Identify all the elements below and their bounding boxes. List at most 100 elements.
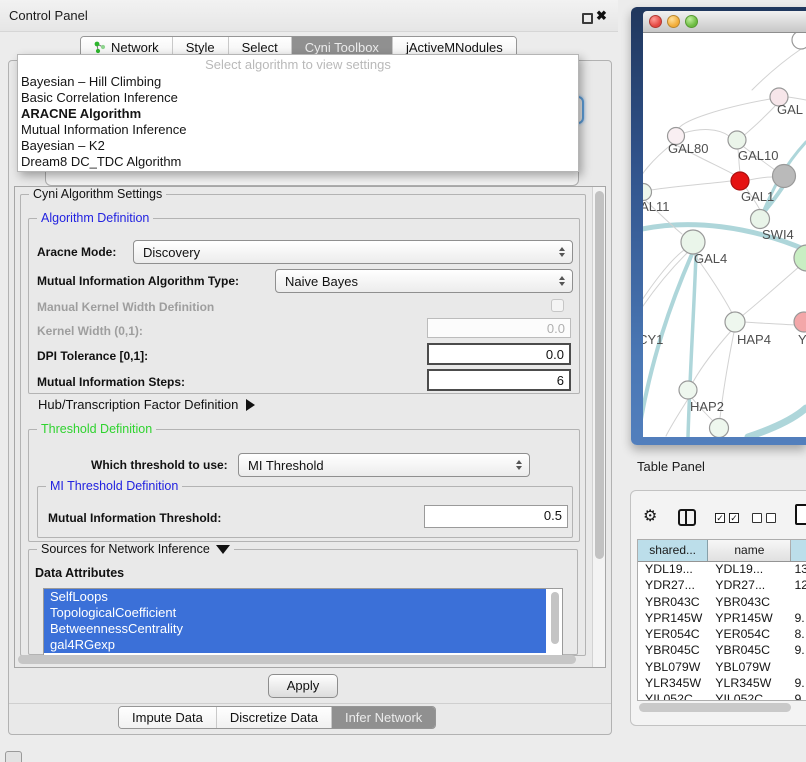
attribute-item-betweennesscentrality[interactable]: BetweennessCentrality (44, 621, 546, 637)
settings-horizontal-scrollbar[interactable] (18, 655, 576, 664)
node-label: GAL (777, 102, 803, 117)
tab-discretize-data[interactable]: Discretize Data (216, 707, 331, 728)
table-horizontal-scrollbar[interactable] (639, 703, 791, 712)
network-node-y[interactable] (794, 312, 806, 332)
list-scrollbar-thumb[interactable] (551, 592, 559, 644)
attribute-item-selfloops[interactable]: SelfLoops (44, 589, 546, 605)
aracne-mode-combobox[interactable]: Discovery (133, 240, 573, 264)
network-node-swi4[interactable] (751, 210, 770, 229)
columns-icon[interactable] (678, 509, 696, 526)
attribute-item-topologicalcoefficient[interactable]: TopologicalCoefficient (44, 605, 546, 621)
close-icon[interactable]: ✖ (596, 8, 607, 24)
network-node-hap4[interactable] (725, 312, 745, 332)
node-label: GCY1 (643, 332, 663, 347)
table-panel: ⚙ ✓ ✓ shared...name YDL19...YDL19...13YD… (630, 490, 806, 726)
mi-threshold-field[interactable]: 0.5 (424, 505, 568, 528)
network-node[interactable] (773, 165, 796, 188)
network-icon (94, 41, 106, 54)
kernel-width-field[interactable]: 0.0 (427, 318, 571, 338)
column-header-name[interactable]: name (708, 540, 791, 561)
unchecked-checkbox-icon[interactable] (752, 513, 762, 523)
manual-kernel-checkbox[interactable] (551, 299, 564, 312)
table-row[interactable]: YLR345WYLR345W9. (638, 676, 806, 692)
tab-label: Network (111, 40, 159, 55)
network-node-gal10[interactable] (728, 131, 746, 149)
float-window-icon[interactable] (582, 13, 593, 24)
table-row[interactable]: YIL052CYIL052C9 (638, 692, 806, 701)
table-cell: YPR145W (708, 611, 791, 627)
table-cell (791, 660, 806, 676)
close-window-button[interactable] (649, 15, 662, 28)
table-panel-title: Table Panel (637, 459, 705, 474)
table-row[interactable]: YER054CYER054C8. (638, 627, 806, 643)
network-node-gal11[interactable] (643, 184, 652, 201)
checked-checkbox-icon[interactable]: ✓ (715, 513, 725, 523)
document-icon[interactable] (795, 504, 806, 525)
hub-definition-toggle[interactable]: Hub/Transcription Factor Definition (38, 397, 255, 412)
kernel-width-label: Kernel Width (0,1): (37, 324, 143, 338)
unchecked-checkbox-icon[interactable] (766, 513, 776, 523)
table-row[interactable]: YBR045CYBR045C9. (638, 643, 806, 659)
algorithm-option-bayesian-k2[interactable]: Bayesian – K2 (18, 138, 578, 154)
attribute-item-gal4rgexp[interactable]: gal4RGexp (44, 637, 546, 653)
algorithm-option-bayesian-hill-climbing[interactable]: Bayesian – Hill Climbing (18, 74, 578, 90)
data-attributes-list[interactable]: SelfLoopsTopologicalCoefficientBetweenne… (43, 588, 563, 656)
settings-scrollpane: Cyni Algorithm Settings Algorithm Defini… (14, 186, 606, 668)
node-label: HAP4 (737, 332, 771, 347)
node-label: HAP2 (690, 399, 724, 414)
cyni-settings-group-title: Cyni Algorithm Settings (29, 187, 166, 201)
mi-steps-field[interactable]: 6 (427, 369, 571, 391)
tab-label: Infer Network (345, 710, 422, 725)
node-label: GAL4 (694, 251, 727, 266)
algorithm-dropdown-popup: Select algorithm to view settings Bayesi… (17, 54, 579, 172)
minimize-window-button[interactable] (667, 15, 680, 28)
node-table: shared...name YDL19...YDL19...13YDR27...… (637, 539, 806, 701)
collapse-arrow-icon (216, 545, 230, 554)
network-canvas[interactable]: GALGAL80GAL10GAL1GAL11SWI4GAL4GCY1HAP4YH… (643, 33, 806, 437)
table-row[interactable]: YDR27...YDR27...12 (638, 578, 806, 594)
algorithm-option-dream8-dc-tdc-algorithm[interactable]: Dream8 DC_TDC Algorithm (18, 154, 578, 170)
control-panel-titlebar: Control Panel ✖ (0, 0, 618, 32)
table-body: YDL19...YDL19...13YDR27...YDR27...12YBR0… (638, 562, 806, 701)
sources-group-title: Sources for Network Inference (37, 542, 234, 556)
spinner-arrows-icon (516, 460, 522, 470)
algorithm-option-mutual-information-inference[interactable]: Mutual Information Inference (18, 122, 578, 138)
network-window-titlebar[interactable] (643, 11, 806, 33)
gear-icon[interactable]: ⚙ (643, 506, 657, 526)
which-threshold-combobox[interactable]: MI Threshold (238, 453, 530, 477)
network-edge (741, 105, 776, 138)
table-row[interactable]: YDL19...YDL19...13 (638, 562, 806, 578)
network-node-hap2[interactable] (679, 381, 697, 399)
network-node[interactable] (792, 33, 806, 49)
column-header-2[interactable] (791, 540, 806, 561)
tab-impute-data[interactable]: Impute Data (119, 707, 216, 728)
network-node[interactable] (710, 419, 729, 438)
column-header-shared[interactable]: shared... (638, 540, 708, 561)
scrollbar-thumb[interactable] (595, 191, 604, 559)
spinner-arrows-icon (559, 276, 565, 286)
apply-button[interactable]: Apply (268, 674, 338, 698)
dpi-tolerance-field[interactable]: 0.0 (427, 343, 571, 365)
table-cell: 9. (791, 643, 806, 659)
zoom-window-button[interactable] (685, 15, 698, 28)
spinner-arrows-icon (559, 247, 565, 257)
data-attributes-label: Data Attributes (35, 566, 124, 580)
network-view-window: GALGAL80GAL10GAL1GAL11SWI4GAL4GCY1HAP4YH… (631, 7, 806, 445)
network-node[interactable] (794, 245, 806, 271)
table-row[interactable]: YPR145WYPR145W9. (638, 611, 806, 627)
table-row[interactable]: YBL079WYBL079W (638, 660, 806, 676)
mi-type-combobox[interactable]: Naive Bayes (275, 269, 573, 293)
mi-type-label: Mutual Information Algorithm Type: (37, 274, 239, 288)
tab-label: Style (186, 40, 215, 55)
network-node-gal1[interactable] (731, 172, 749, 190)
table-cell: YIL052C (638, 692, 708, 701)
table-row[interactable]: YBR043CYBR043C (638, 595, 806, 611)
tab-infer-network[interactable]: Infer Network (331, 707, 435, 728)
algorithm-option-basic-correlation-inference[interactable]: Basic Correlation Inference (18, 90, 578, 106)
network-edge (693, 331, 731, 382)
sources-group: Sources for Network Inference Data Attri… (28, 549, 578, 655)
checked-checkbox-icon[interactable]: ✓ (729, 513, 739, 523)
settings-vertical-scrollbar[interactable] (592, 187, 605, 667)
collapsed-panel-button[interactable] (5, 751, 22, 762)
algorithm-option-aracne-algorithm[interactable]: ARACNE Algorithm (18, 106, 578, 122)
